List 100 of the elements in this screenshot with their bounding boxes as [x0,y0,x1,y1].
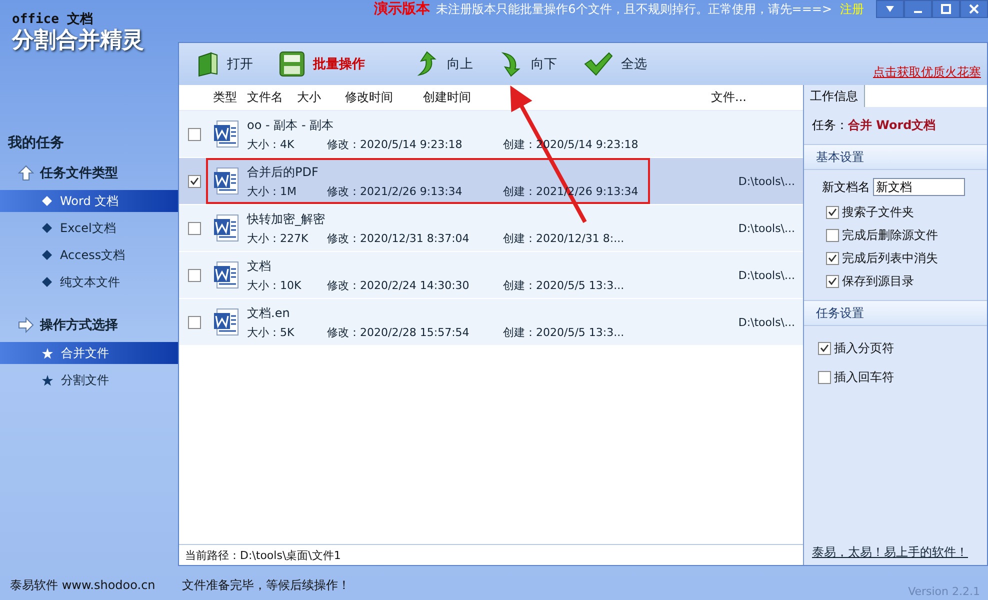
file-name: 快转加密_解密 [247,210,326,228]
sidebar-item[interactable]: 合并文件 [0,342,178,364]
sidebar-item[interactable]: 纯文本文件 [0,271,178,293]
file-size: 大小：1M [247,184,298,198]
word-document-icon [213,308,239,336]
maximize-button[interactable] [932,0,960,18]
diamond-icon [42,223,52,233]
file-path: D:\tools\... [738,174,795,188]
app-logo-title: 分割合并精灵 [12,28,145,54]
file-row[interactable]: 文档 大小：10K 修改：2020/2/24 14:30:30 创建：2020/5/5 13:3... D:\tools\... [179,252,803,299]
close-icon [969,4,979,14]
maximize-icon [941,4,951,14]
sidebar-item[interactable]: Word 文档 [0,190,178,212]
file-name: oo - 副本 - 副本 [247,116,335,134]
modified-time: 修改：2020/2/28 15:57:54 [327,324,470,340]
notice-text: 未注册版本只能批量操作6个文件，且不规则掉行。正常使用，请先===> [436,1,832,18]
group-title: 操作方式选择 [40,316,118,334]
checkbox[interactable] [826,252,839,265]
column-header[interactable]: 创建时间 [423,89,711,106]
menu-dropdown-button[interactable] [876,0,904,18]
file-size: 大小：5K [247,324,296,340]
checkbox[interactable] [826,206,839,219]
checkbox[interactable] [188,268,201,282]
checkbox[interactable] [188,128,201,140]
status-message: 文件准备完毕，等候后续操作！ [182,576,350,594]
file-size: 大小：227K [247,230,310,246]
word-document-icon [213,167,239,195]
option-label: 保存到源目录 [842,273,914,290]
file-size: 大小：4K [247,136,296,152]
modified-time: 修改：2020/5/14 9:23:18 [327,136,464,152]
caret-icon [885,5,895,13]
word-document-icon [213,214,239,242]
minimize-button[interactable] [904,0,932,18]
field-label: 新文档名 [822,178,870,196]
file-path: D:\tools\... [738,316,795,328]
option-label: 插入分页符 [834,340,894,357]
created-time: 创建：2020/12/31 8:... [503,230,626,246]
toolbar-button[interactable]: 批量操作 [275,51,369,77]
sidebar-item[interactable]: Access文档 [0,244,178,266]
section-header: 任务设置 [804,300,987,326]
book-icon [197,51,219,77]
word-document-icon [213,120,239,148]
checkbox[interactable] [188,222,201,234]
company-text: 泰易软件 www.shodoo.cn [9,576,156,594]
created-time: 创建：2020/5/5 13:3... [503,324,626,340]
slogan-link[interactable]: 泰易，太易！易上手的软件！ [804,544,987,565]
column-header[interactable]: 文件名 [247,89,297,106]
promo-link[interactable]: 点击获取优质火花塞 [873,64,981,81]
modified-time: 修改：2020/12/31 8:37:04 [327,230,470,246]
demo-label: 演示版本 [374,0,430,18]
option-label: 插入回车符 [834,369,894,386]
toolbar-button[interactable]: 向下 [495,51,561,77]
close-button[interactable] [960,0,988,18]
version-text: Version 2.2.1 [908,585,980,598]
toolbar-button[interactable]: 向上 [411,51,477,77]
option-label: 搜索子文件夹 [842,204,914,221]
right-arrow-icon [18,317,34,333]
task-label: 任务： [812,117,848,134]
sidebar-title: 我的任务 [8,134,65,152]
column-header[interactable]: 大小 [297,89,345,106]
sidebar-item[interactable]: 分割文件 [0,369,178,391]
section-header: 基本设置 [804,144,987,170]
group-title: 任务文件类型 [40,164,118,182]
checkbox[interactable] [188,174,201,188]
check-mark-icon [583,52,613,76]
file-path: D:\tools\... [738,268,795,282]
checkbox[interactable] [818,371,831,384]
word-document-icon [213,261,239,289]
file-row[interactable]: 文档.en 大小：5K 修改：2020/2/28 15:57:54 创建：2020/5/5 13:3... D:\tools\... [179,299,803,346]
toolbar-button[interactable]: 打开 [193,51,257,77]
checkbox[interactable] [818,342,831,355]
diamond-icon [42,196,52,206]
column-header[interactable]: 修改时间 [345,89,423,106]
diamond-icon [42,250,52,260]
logo-caption: office 文档 [12,10,94,28]
file-name: 文档.en [247,304,291,322]
document-name-field[interactable]: 新文档 [873,178,965,196]
up-arrow-icon [18,165,34,181]
sidebar-item[interactable]: Excel文档 [0,217,178,239]
task-value: 合并 Word文档 [848,117,936,134]
file-name: 文档 [247,258,272,274]
star-icon [42,374,53,386]
column-header[interactable]: 文件... [711,89,781,106]
info-tab[interactable]: 工作信息 [804,85,865,107]
up-arrow-icon [415,51,439,77]
diamond-icon [42,277,52,287]
modified-time: 修改：2020/2/24 14:30:30 [327,278,470,292]
option-label: 完成后列表中消失 [842,250,938,267]
file-path: D:\tools\... [738,222,795,234]
star-icon [42,348,53,358]
modified-time: 修改：2021/2/26 9:13:34 [327,184,464,198]
down-arrow-icon [499,51,523,77]
option-label: 完成后删除源文件 [842,227,938,244]
checkbox[interactable] [826,229,839,242]
checkbox[interactable] [826,275,839,288]
checkbox[interactable] [188,316,201,328]
file-row[interactable]: 快转加密_解密 大小：227K 修改：2020/12/31 8:37:04 创建：2020/12/31 8:... D:\tools\... [179,205,803,252]
toolbar-button[interactable]: 全选 [579,52,651,76]
column-header[interactable]: 类型 [213,89,247,106]
created-time: 创建：2020/5/5 13:3... [503,278,626,292]
